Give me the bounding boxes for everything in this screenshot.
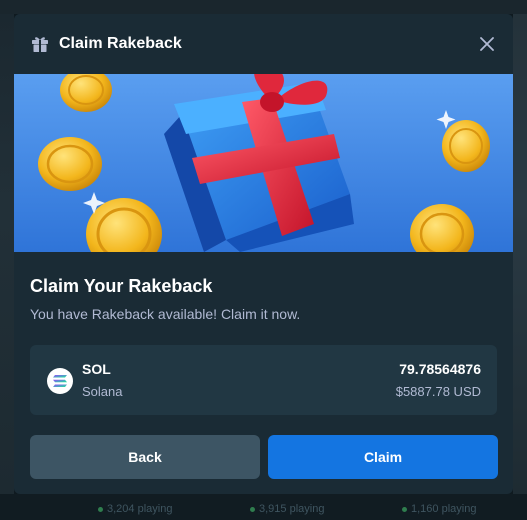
gift-icon xyxy=(32,37,48,52)
claim-button[interactable]: Claim xyxy=(268,435,498,479)
rakeback-banner-image xyxy=(14,74,513,252)
background-header xyxy=(0,0,527,14)
close-icon xyxy=(480,37,494,51)
rakeback-amount: 79.78564876 xyxy=(399,361,481,377)
playing-count: 1,160 playing xyxy=(402,503,476,515)
currency-name: Solana xyxy=(82,384,123,399)
modal-heading: Claim Your Rakeback xyxy=(30,276,213,296)
modal-subtext: You have Rakeback available! Claim it no… xyxy=(30,306,301,322)
currency-code: SOL xyxy=(82,361,111,377)
gift-banner-illustration xyxy=(14,74,513,252)
close-button[interactable] xyxy=(477,34,497,54)
rakeback-usd-value: $5887.78 USD xyxy=(395,384,481,399)
playing-count: 3,915 playing xyxy=(250,503,324,515)
background-left-panel xyxy=(0,14,14,494)
modal-title: Claim Rakeback xyxy=(59,35,182,52)
background-right-panel xyxy=(513,14,527,494)
solana-icon xyxy=(47,368,73,394)
modal-header: Claim Rakeback xyxy=(14,14,513,74)
playing-count: 3,204 playing xyxy=(98,503,172,515)
rakeback-currency-card: SOL Solana 79.78564876 $5887.78 USD xyxy=(30,345,497,415)
rakeback-modal: Claim Rakeback Claim Your Rakeback You h… xyxy=(14,14,513,494)
back-button[interactable]: Back xyxy=(30,435,260,479)
